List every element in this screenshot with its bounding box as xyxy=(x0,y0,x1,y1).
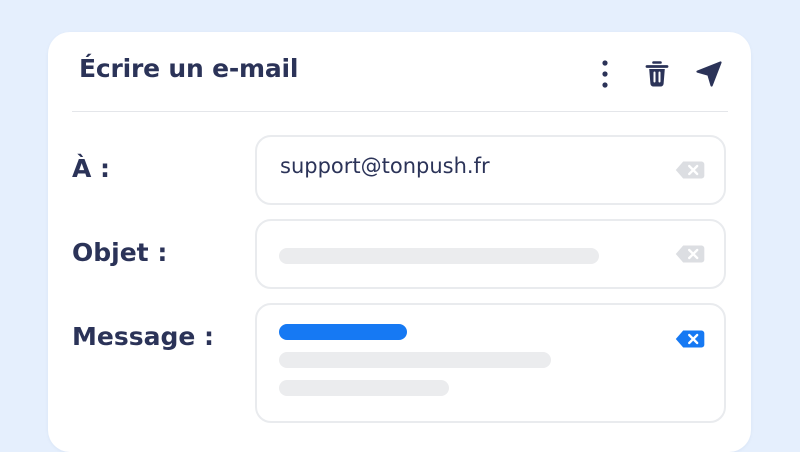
more-vertical-icon xyxy=(602,60,608,88)
clear-to-icon[interactable] xyxy=(675,160,705,180)
email-composer-card: Écrire un e-mail À : support@tonpush.fr … xyxy=(48,32,751,452)
message-text-cursor-line xyxy=(279,324,407,340)
clear-subject-icon[interactable] xyxy=(675,244,705,264)
to-label: À : xyxy=(72,154,111,183)
message-placeholder-line xyxy=(279,352,551,368)
composer-title: Écrire un e-mail xyxy=(79,54,299,83)
delete-button[interactable] xyxy=(641,58,673,90)
clear-message-icon[interactable] xyxy=(675,329,705,349)
subject-label: Objet : xyxy=(72,238,168,267)
more-options-button[interactable] xyxy=(589,58,621,90)
message-field[interactable] xyxy=(255,303,726,423)
message-placeholder-line xyxy=(279,380,449,396)
message-label: Message : xyxy=(72,322,215,351)
subject-placeholder-line xyxy=(279,248,599,264)
trash-icon xyxy=(645,61,669,87)
to-field[interactable]: support@tonpush.fr xyxy=(255,135,726,205)
send-button[interactable] xyxy=(693,58,725,90)
header-divider xyxy=(72,111,728,112)
subject-field[interactable] xyxy=(255,219,726,289)
send-icon xyxy=(696,61,722,87)
composer-header: Écrire un e-mail xyxy=(48,32,751,112)
to-field-value: support@tonpush.fr xyxy=(280,154,490,178)
